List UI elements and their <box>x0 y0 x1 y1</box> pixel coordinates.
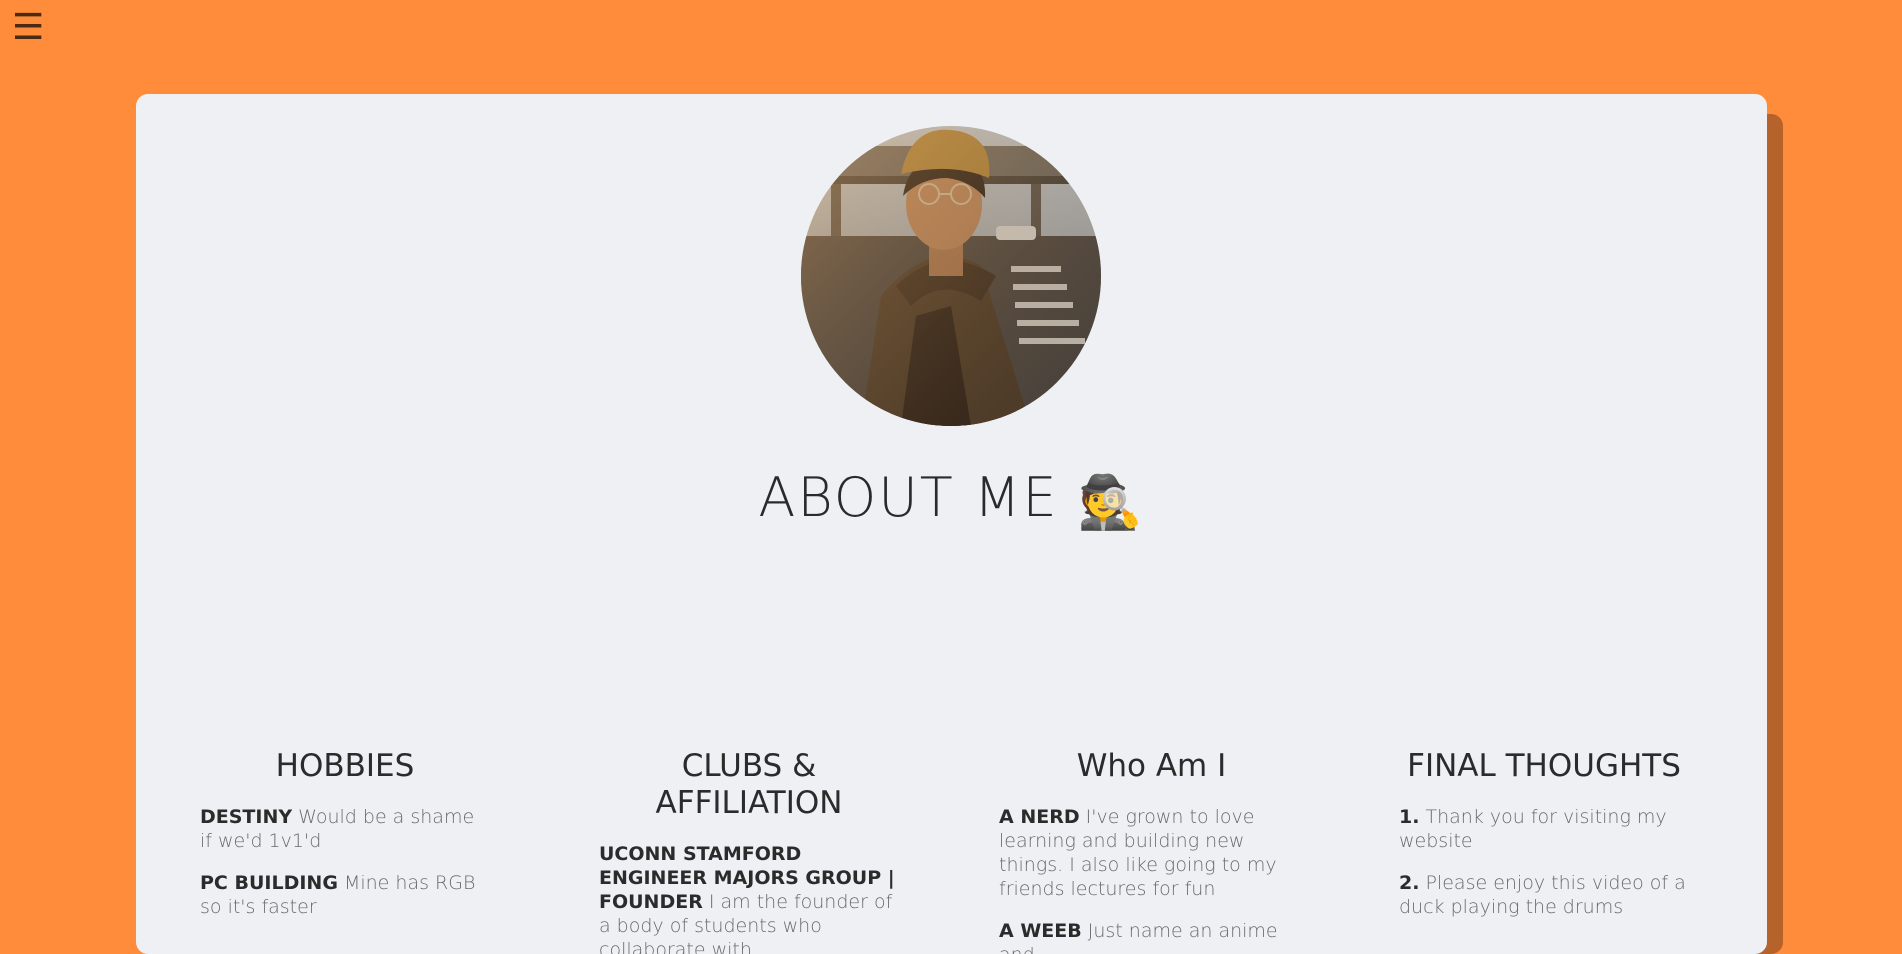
item-term: A WEEB <box>999 920 1082 942</box>
clubs-heading: CLUBS & AFFILIATION <box>655 748 843 821</box>
list-item: UCONN STAMFORD ENGINEER MAJORS GROUP | F… <box>599 842 899 954</box>
item-term: A NERD <box>999 806 1080 828</box>
clubs-section: CLUBS & AFFILIATION UCONN STAMFORD ENGIN… <box>599 748 899 954</box>
item-term: PC BUILDING <box>200 872 338 894</box>
hobbies-section: HOBBIES DESTINY Would be a shame if we'd… <box>200 748 490 937</box>
profile-photo <box>801 126 1101 426</box>
who-am-i-heading: Who Am I <box>1076 748 1227 784</box>
item-text: Thank you for visiting my website <box>1399 806 1667 852</box>
item-term: 1. <box>1399 806 1420 828</box>
about-card: ABOUT ME 🕵️ HOBBIES DESTINY Would be a s… <box>136 94 1767 954</box>
item-term: DESTINY <box>200 806 293 828</box>
who-am-i-section: Who Am I A NERD I've grown to love learn… <box>999 748 1304 954</box>
item-term: 2. <box>1399 872 1420 894</box>
page-title-text: ABOUT ME <box>758 466 1059 529</box>
list-item: A WEEB Just name an anime and <box>999 919 1304 954</box>
final-thoughts-section: FINAL THOUGHTS 1. Thank you for visiting… <box>1399 748 1689 937</box>
list-item: DESTINY Would be a shame if we'd 1v1'd <box>200 805 490 853</box>
page-title: ABOUT ME 🕵️ <box>136 466 1767 533</box>
hobbies-heading: HOBBIES <box>275 748 415 784</box>
item-text: Please enjoy this video of a duck playin… <box>1399 872 1686 918</box>
detective-emoji-icon: 🕵️ <box>1077 473 1145 533</box>
list-item: 1. Thank you for visiting my website <box>1399 805 1689 853</box>
final-thoughts-heading: FINAL THOUGHTS <box>1407 748 1681 784</box>
list-item: 2. Please enjoy this video of a duck pla… <box>1399 871 1689 919</box>
list-item: A NERD I've grown to love learning and b… <box>999 805 1304 901</box>
list-item: PC BUILDING Mine has RGB so it's faster <box>200 871 490 919</box>
hamburger-menu-icon[interactable]: ☰ <box>12 8 44 48</box>
